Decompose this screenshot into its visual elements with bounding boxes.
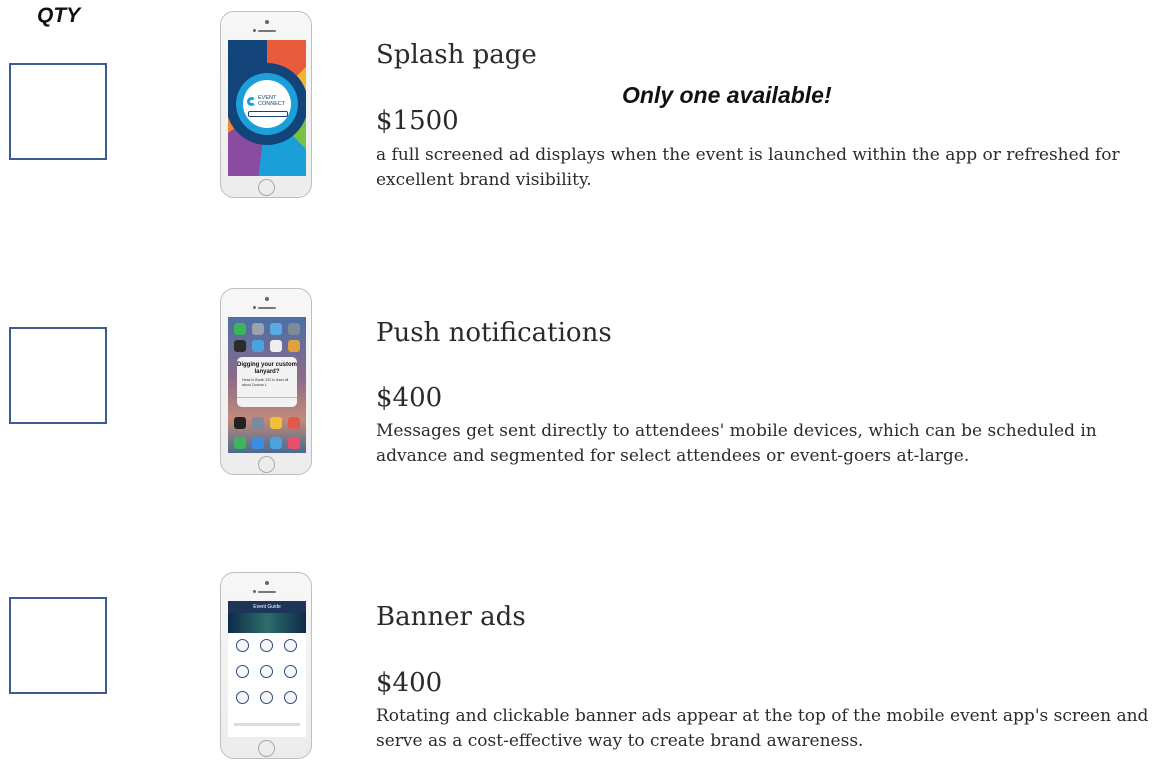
product-description: Rotating and clickable banner ads appear… xyxy=(376,706,1149,751)
app-bar-title: Event Guide xyxy=(253,604,281,610)
product-price: $400 xyxy=(376,383,443,413)
push-screen-image: Digging your custom lanyard? Head to Boo… xyxy=(228,317,306,453)
home-button-icon xyxy=(258,740,275,757)
home-button-icon xyxy=(258,456,275,473)
home-button-icon xyxy=(258,179,275,196)
alert-body: Head to Booth 232 to learn all about Cus… xyxy=(242,378,289,387)
availability-note: Only one available! xyxy=(622,82,832,108)
splash-screen-image: EVENT CONNECT xyxy=(228,40,306,176)
product-price: $400 xyxy=(376,668,443,698)
product-description: Messages get sent directly to attendees'… xyxy=(376,421,1097,466)
alert-title: Digging your custom lanyard? xyxy=(237,362,297,375)
qty-header: QTY xyxy=(37,4,81,27)
banner-ad-image xyxy=(228,613,306,633)
logo-line-2: CONNECT xyxy=(258,101,286,107)
product-price: $1500 xyxy=(376,106,459,136)
product-description: a full screened ad displays when the eve… xyxy=(376,145,1120,190)
notification-alert: Digging your custom lanyard? Head to Boo… xyxy=(237,357,297,407)
product-title: Push notifications xyxy=(376,318,612,348)
qty-checkbox-splash-page[interactable] xyxy=(9,63,107,160)
phone-mockup-splash: EVENT CONNECT xyxy=(220,11,312,198)
banner-screen-image: Event Guide xyxy=(228,601,306,737)
phone-mockup-push: Digging your custom lanyard? Head to Boo… xyxy=(220,288,312,475)
product-title: Splash page xyxy=(376,40,537,70)
phone-mockup-banner: Event Guide xyxy=(220,572,312,759)
qty-checkbox-push-notifications[interactable] xyxy=(9,327,107,424)
qty-checkbox-banner-ads[interactable] xyxy=(9,597,107,694)
product-title: Banner ads xyxy=(376,602,526,632)
event-connect-logo-icon xyxy=(247,97,256,106)
